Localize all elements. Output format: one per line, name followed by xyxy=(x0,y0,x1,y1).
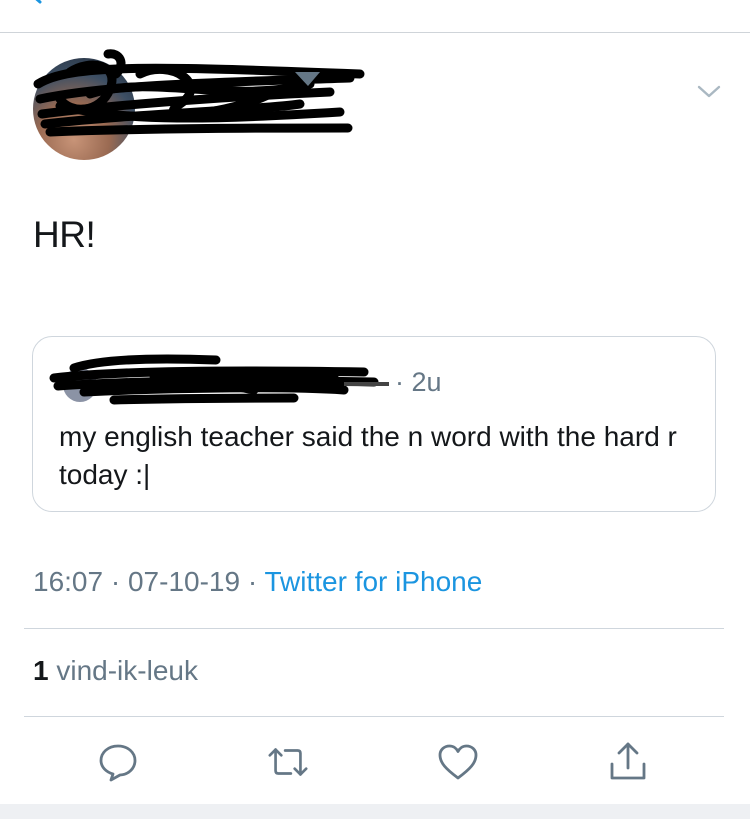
retweet-icon xyxy=(268,748,308,776)
likes-label: vind-ik-leuk xyxy=(56,655,198,686)
quoted-tweet-text: my english teacher said the n word with … xyxy=(59,421,677,490)
like-icon xyxy=(438,744,478,780)
tweet-text: HR! xyxy=(33,214,96,255)
back-icon[interactable] xyxy=(28,0,46,4)
quoted-tweet-time: · 2u xyxy=(395,367,442,397)
meta-separator: · xyxy=(240,566,265,597)
share-icon xyxy=(610,742,646,780)
author-avatar[interactable] xyxy=(33,58,135,160)
tweet-source-link[interactable]: Twitter for iPhone xyxy=(264,566,482,597)
like-button[interactable] xyxy=(436,740,480,784)
header-divider xyxy=(0,32,750,33)
reply-button[interactable] xyxy=(96,740,140,784)
tweet-time: 16:07 xyxy=(33,566,104,597)
meta-separator: · xyxy=(103,566,128,597)
retweet-button[interactable] xyxy=(266,740,310,784)
quoted-author-avatar xyxy=(63,368,97,402)
likes-summary[interactable]: 1 vind-ik-leuk xyxy=(33,655,198,687)
reply-icon xyxy=(99,744,137,782)
share-button[interactable] xyxy=(606,740,650,784)
more-options-icon[interactable] xyxy=(360,0,410,4)
bottom-edge xyxy=(0,804,750,819)
tweet-date: 07-10-19 xyxy=(127,566,241,597)
divider xyxy=(24,628,724,629)
navigation-bar xyxy=(0,0,750,32)
divider xyxy=(24,716,724,717)
tweet-meta: 16:07 · 07-10-19 · Twitter for iPhone xyxy=(33,566,482,598)
likes-count: 1 xyxy=(33,655,49,686)
chevron-down-icon[interactable] xyxy=(693,80,725,102)
